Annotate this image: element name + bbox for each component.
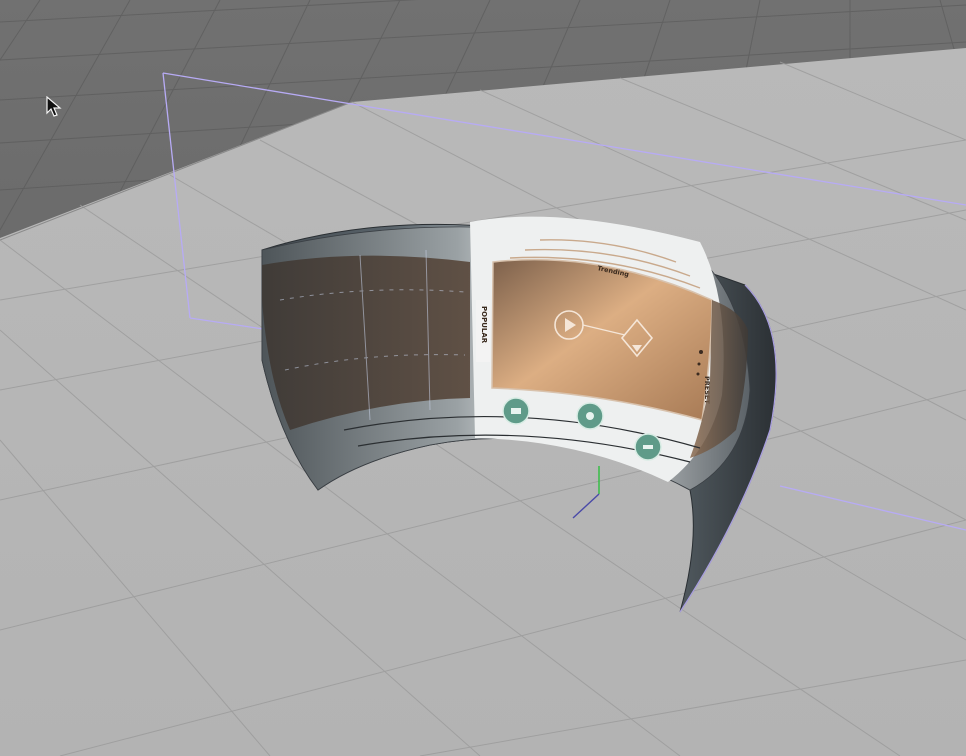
left-side-label-text: POPULAR [480, 306, 488, 344]
teal-button-left[interactable] [502, 397, 530, 425]
left-side-label: POPULAR [476, 300, 490, 362]
teal-button-center[interactable] [576, 402, 604, 430]
arrow-pointer-icon [46, 96, 62, 117]
3d-viewport[interactable]: POPULAR PRESET Trending [0, 0, 966, 756]
teal-button-right[interactable] [634, 433, 662, 461]
scene-canvas[interactable]: POPULAR PRESET Trending [0, 0, 966, 756]
